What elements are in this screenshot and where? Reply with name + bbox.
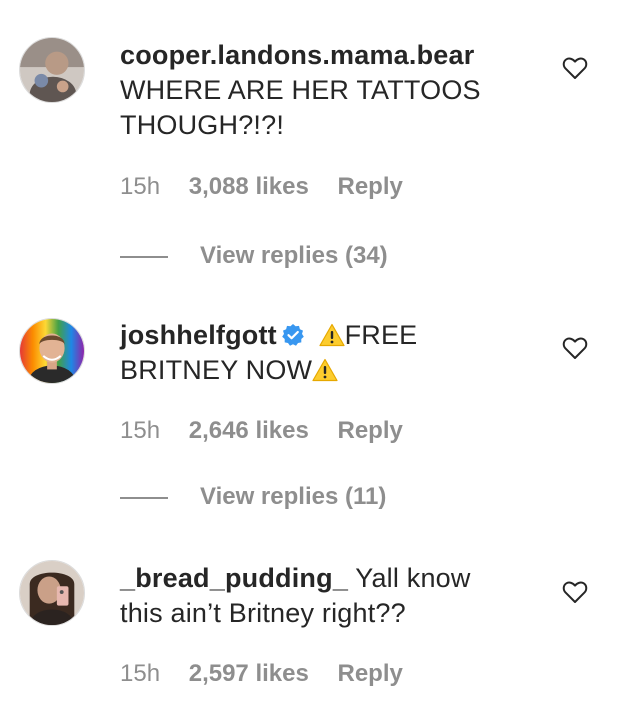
divider-line [120, 255, 168, 258]
comment-likes[interactable]: 2,597 likes [189, 660, 309, 687]
comment-likes[interactable]: 3,088 likes [189, 173, 309, 200]
view-replies-label: View replies (11) [200, 483, 387, 510]
comment-meta: 15h 2,646 likes Reply [120, 417, 425, 445]
comment-meta: 15h 3,088 likes Reply [120, 173, 425, 201]
warning-emoji-icon [312, 358, 338, 382]
comment-meta: 15h 2,597 likes Reply [120, 660, 425, 688]
comment-body: cooper.landons.mama.bear WHERE ARE HER T… [120, 38, 520, 143]
avatar[interactable] [19, 318, 85, 384]
comment-time: 15h [120, 417, 161, 444]
heart-outline-icon[interactable] [562, 56, 588, 80]
avatar[interactable] [19, 37, 85, 103]
warning-emoji-icon [318, 323, 345, 347]
comment-time: 15h [120, 173, 161, 200]
comment-body: joshhelfgott FREE BRITNEY NOW [120, 318, 520, 388]
comment-text: Yall know [355, 563, 471, 593]
comment-text: FREE [344, 320, 418, 350]
comment-text: WHERE ARE HER TATTOOS [120, 75, 481, 105]
verified-badge-icon [282, 324, 304, 346]
comment-body: _bread_pudding_ Yall know this ain’t Bri… [120, 561, 520, 631]
avatar-photo [20, 561, 84, 625]
reply-button[interactable]: Reply [338, 173, 403, 200]
comment-time: 15h [120, 660, 161, 687]
comment-text: THOUGH?!?! [120, 110, 285, 140]
comment-text: this ain’t Britney right?? [120, 598, 406, 628]
divider-line [120, 496, 168, 499]
comment-likes[interactable]: 2,646 likes [189, 417, 309, 444]
comment-username[interactable]: _bread_pudding_ [120, 563, 348, 593]
comment-text: BRITNEY NOW [120, 355, 313, 385]
view-replies-button[interactable]: View replies (11) [120, 483, 386, 511]
reply-button[interactable]: Reply [338, 417, 403, 444]
comment-username[interactable]: cooper.landons.mama.bear [120, 40, 474, 70]
comment-username[interactable]: joshhelfgott [120, 320, 277, 350]
avatar-photo [20, 319, 84, 383]
avatar[interactable] [19, 560, 85, 626]
view-replies-button[interactable]: View replies (34) [120, 242, 388, 270]
avatar-photo [20, 38, 84, 102]
heart-outline-icon[interactable] [562, 580, 588, 604]
reply-button[interactable]: Reply [338, 660, 403, 687]
heart-outline-icon[interactable] [562, 336, 588, 360]
view-replies-label: View replies (34) [200, 242, 388, 269]
